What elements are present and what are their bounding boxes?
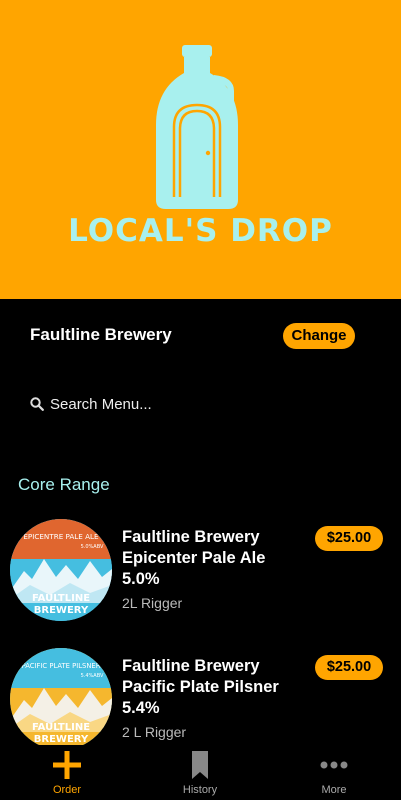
- brewery-name: Faultline Brewery: [30, 325, 172, 344]
- label-title: EPICENTRE PALE ALE: [23, 532, 99, 541]
- label-abv: 5.0%ABV: [81, 544, 104, 550]
- product-size: 2 L Rigger: [122, 724, 187, 740]
- product-size: 2L Rigger: [122, 595, 183, 611]
- tab-more[interactable]: More: [294, 745, 374, 800]
- label-brand-line2: BREWERY: [34, 605, 89, 616]
- change-brewery-button[interactable]: Change: [283, 323, 355, 349]
- bottom-tab-bar: Order History More: [0, 745, 401, 800]
- label-brand-line1: FAULTLINE: [32, 722, 90, 733]
- search-icon: [30, 397, 44, 411]
- hero-banner: LOCAL'S DROP: [0, 0, 401, 299]
- product-price[interactable]: $25.00: [315, 526, 383, 551]
- label-title: PACIFIC PLATE PILSNER: [22, 662, 101, 670]
- bookmark-icon: [192, 751, 208, 779]
- product-image: PACIFIC PLATE PILSNER 5.4%ABV FAULTLINE …: [10, 648, 112, 750]
- product-image: EPICENTRE PALE ALE 5.0%ABV FAULTLINE BRE…: [10, 519, 112, 621]
- label-brand-line2: BREWERY: [34, 734, 89, 745]
- tab-history[interactable]: History: [160, 745, 240, 800]
- brewery-selector: Faultline Brewery Change: [0, 299, 401, 375]
- section-title: Core Range: [18, 475, 110, 494]
- tab-order-label: Order: [52, 784, 82, 796]
- growler-jug-icon: [156, 45, 238, 209]
- tab-order[interactable]: Order: [27, 745, 107, 800]
- product-price[interactable]: $25.00: [315, 655, 383, 680]
- plus-icon: [53, 751, 81, 779]
- more-dots-icon: [320, 761, 348, 769]
- label-brand-line1: FAULTLINE: [32, 593, 90, 604]
- product-name: Faultline Brewery Epicenter Pale Ale 5.0…: [122, 528, 266, 588]
- search-placeholder: Search Menu...: [50, 396, 152, 413]
- product-name: Faultline Brewery Pacific Plate Pilsner …: [122, 657, 279, 717]
- product-card[interactable]: EPICENTRE PALE ALE 5.0%ABV FAULTLINE BRE…: [0, 519, 401, 647]
- tab-more-label: More: [321, 784, 347, 796]
- brand-name: LOCAL'S DROP: [68, 213, 333, 249]
- search-input[interactable]: Search Menu...: [28, 393, 373, 417]
- tab-history-label: History: [182, 784, 218, 796]
- label-abv: 5.4%ABV: [81, 673, 104, 679]
